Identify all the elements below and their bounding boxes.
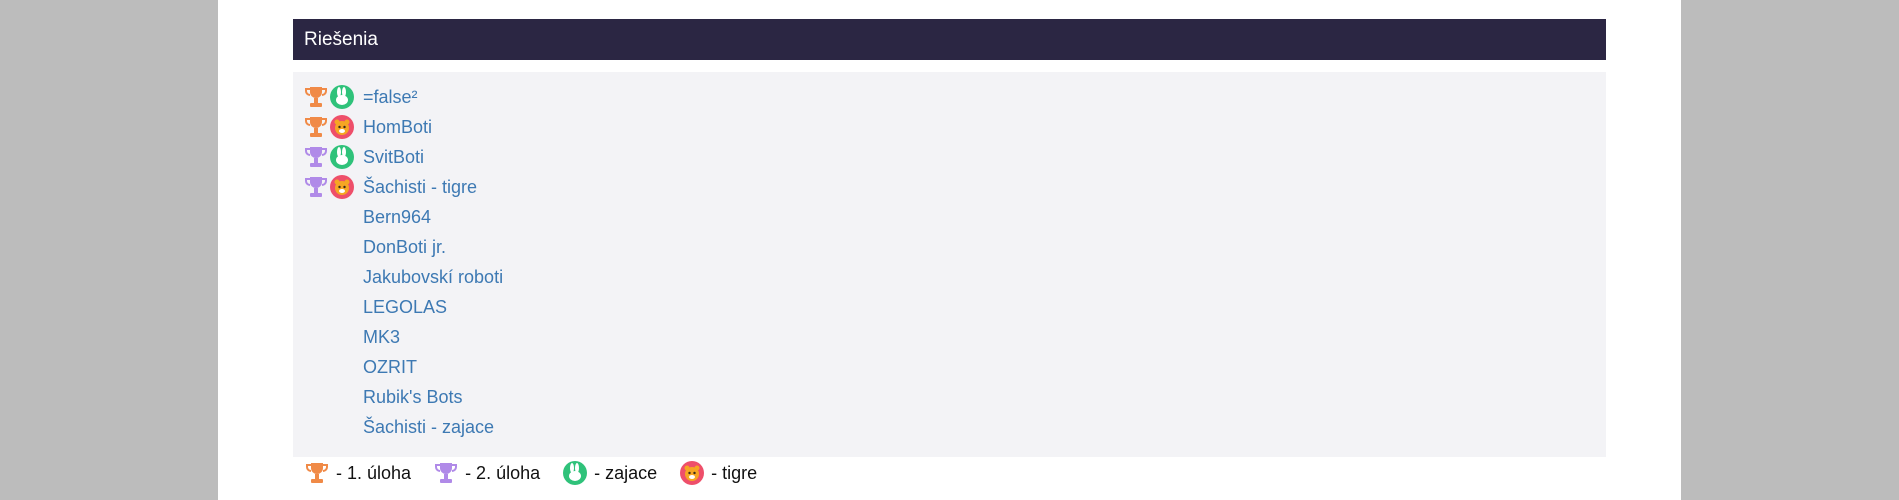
team-link[interactable]: MK3 <box>363 327 400 348</box>
page-content: Riešenia =false² HomBoti SvitBoti Šachis… <box>218 0 1681 500</box>
team-row: HomBoti <box>303 112 1606 142</box>
solutions-list: =false² HomBoti SvitBoti Šachisti - tigr… <box>293 72 1606 457</box>
rabbit-icon <box>330 85 354 109</box>
team-icons <box>303 232 363 262</box>
legend-item-rabbits: - zajace <box>562 460 657 486</box>
rabbit-icon <box>330 145 354 169</box>
team-row: =false² <box>303 82 1606 112</box>
team-link[interactable]: Bern964 <box>363 207 431 228</box>
tiger-icon <box>330 115 354 139</box>
team-icons <box>303 202 363 232</box>
team-link[interactable]: Šachisti - zajace <box>363 417 494 438</box>
team-icons <box>303 142 363 172</box>
legend-item-tigers: - tigre <box>679 460 757 486</box>
team-icons <box>303 382 363 412</box>
legend-item-second-task: - 2. úloha <box>433 460 540 486</box>
team-link[interactable]: =false² <box>363 87 418 108</box>
team-row: SvitBoti <box>303 142 1606 172</box>
trophy-first-icon <box>305 87 327 107</box>
team-row: Šachisti - zajace <box>303 412 1606 442</box>
tiger-icon <box>680 461 705 485</box>
team-icons <box>303 412 363 442</box>
team-row: DonBoti jr. <box>303 232 1606 262</box>
trophy-second-icon <box>305 147 327 167</box>
team-icons <box>303 262 363 292</box>
team-row: LEGOLAS <box>303 292 1606 322</box>
team-icons <box>303 352 363 382</box>
legend-label: - zajace <box>594 462 658 483</box>
team-row: Jakubovskí roboti <box>303 262 1606 292</box>
trophy-first-icon <box>306 463 328 483</box>
trophy-second-icon <box>305 177 327 197</box>
trophy-first-icon <box>305 117 327 137</box>
team-row: Šachisti - tigre <box>303 172 1606 202</box>
legend-label: - 1. úloha <box>336 462 412 483</box>
team-icons <box>303 112 363 142</box>
legend-label: - tigre <box>711 462 758 483</box>
team-link[interactable]: Jakubovskí roboti <box>363 267 503 288</box>
team-row: Bern964 <box>303 202 1606 232</box>
rabbit-icon <box>563 461 588 485</box>
team-row: OZRIT <box>303 352 1606 382</box>
trophy-second-icon <box>435 463 458 483</box>
team-row: MK3 <box>303 322 1606 352</box>
team-link[interactable]: OZRIT <box>363 357 417 378</box>
team-icons <box>303 172 363 202</box>
legend: - 1. úloha - 2. úloha - zajace - tigre <box>304 458 779 488</box>
tiger-icon <box>330 175 354 199</box>
team-icons <box>303 322 363 352</box>
team-link[interactable]: Rubik's Bots <box>363 387 462 408</box>
team-icons <box>303 292 363 322</box>
team-link[interactable]: LEGOLAS <box>363 297 447 318</box>
team-icons <box>303 82 363 112</box>
team-link[interactable]: Šachisti - tigre <box>363 177 477 198</box>
panel-header: Riešenia <box>293 19 1606 60</box>
team-row: Rubik's Bots <box>303 382 1606 412</box>
team-link[interactable]: DonBoti jr. <box>363 237 446 258</box>
team-link[interactable]: HomBoti <box>363 117 432 138</box>
panel-title: Riešenia <box>304 29 378 50</box>
team-link[interactable]: SvitBoti <box>363 147 424 168</box>
legend-label: - 2. úloha <box>465 462 541 483</box>
legend-item-first-task: - 1. úloha <box>304 460 411 486</box>
